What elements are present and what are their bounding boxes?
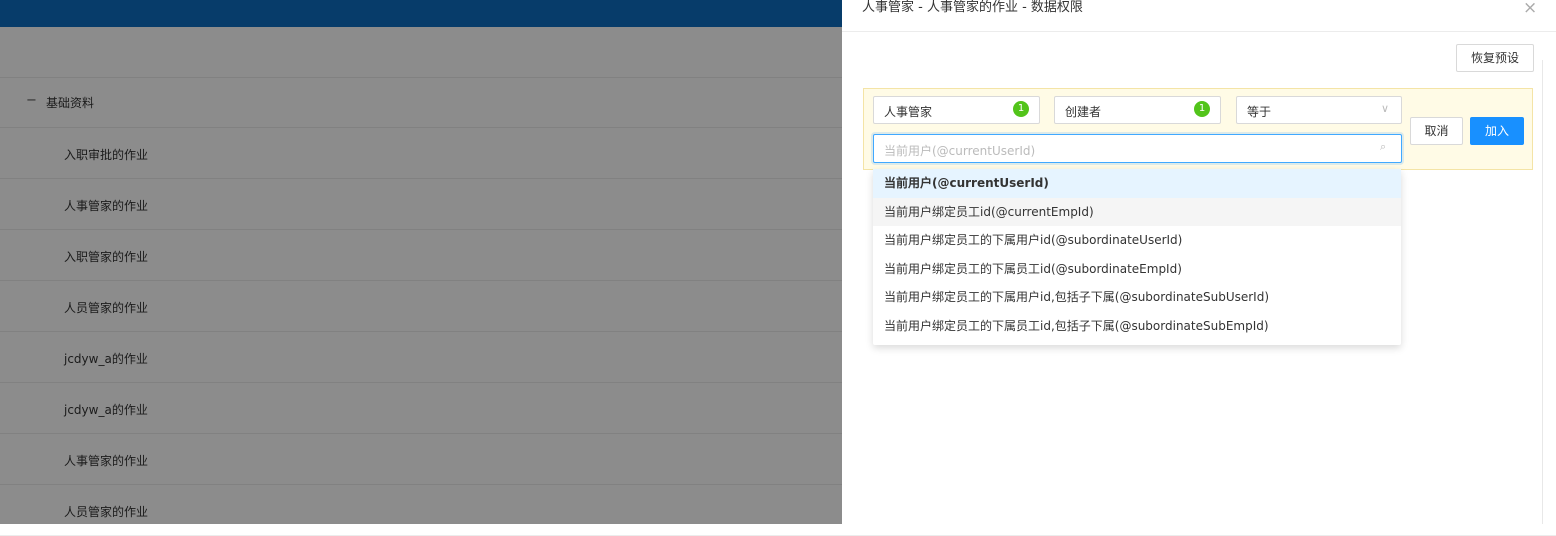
count-badge: 1	[1194, 101, 1210, 117]
count-badge: 1	[1013, 101, 1029, 117]
chevron-down-icon: ∨	[1381, 102, 1390, 115]
value-input-placeholder: 当前用户(@currentUserId)	[884, 144, 1036, 158]
cancel-button[interactable]: 取消	[1410, 117, 1463, 145]
scrollbar-track[interactable]	[1542, 60, 1543, 524]
table-select[interactable]: 人事管家 1	[873, 96, 1040, 124]
dropdown-option[interactable]: 当前用户绑定员工id(@currentEmpId)	[873, 197, 1401, 226]
drawer-header: 人事管家 - 人事管家的作业 - 数据权限 ×	[842, 0, 1556, 32]
column-select-value: 创建者	[1065, 105, 1102, 119]
column-select[interactable]: 创建者 1	[1054, 96, 1221, 124]
table-select-value: 人事管家	[884, 105, 933, 119]
operator-select[interactable]: 等于 ∨	[1236, 96, 1402, 124]
restore-default-button[interactable]: 恢复预设	[1456, 44, 1534, 72]
dropdown-option[interactable]: 当前用户(@currentUserId)	[873, 169, 1401, 198]
operator-select-value: 等于	[1247, 105, 1272, 119]
data-permission-drawer: 人事管家 - 人事管家的作业 - 数据权限 × 恢复预设 人事管家 1 创建者 …	[842, 0, 1556, 524]
drawer-title: 人事管家 - 人事管家的作业 - 数据权限	[862, 0, 1083, 15]
close-icon[interactable]: ×	[1523, 0, 1537, 18]
filter-rule-editor: 人事管家 1 创建者 1 等于 ∨ 当前用户(@currentUserId) ⌕…	[863, 88, 1533, 170]
dropdown-option[interactable]: 当前用户绑定员工的下属员工id,包括子下属(@subordinateSubEmp…	[873, 312, 1401, 341]
dropdown-option[interactable]: 当前用户绑定员工的下属用户id(@subordinateUserId)	[873, 226, 1401, 255]
dropdown-option[interactable]: 当前用户绑定员工的下属员工id(@subordinateEmpId)	[873, 255, 1401, 284]
value-options-dropdown: 当前用户(@currentUserId) 当前用户绑定员工id(@current…	[873, 169, 1401, 345]
value-search-input[interactable]: 当前用户(@currentUserId) ⌕	[873, 134, 1402, 163]
search-icon: ⌕	[1380, 140, 1387, 153]
add-button[interactable]: 加入	[1470, 117, 1524, 145]
dropdown-option[interactable]: 当前用户绑定员工的下属用户id,包括子下属(@subordinateSubUse…	[873, 283, 1401, 312]
